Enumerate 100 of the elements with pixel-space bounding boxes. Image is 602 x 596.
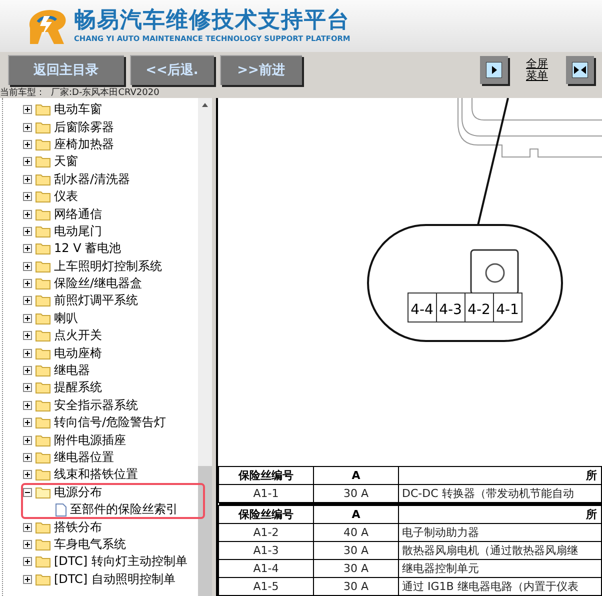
expand-icon[interactable] — [23, 522, 32, 532]
folder-icon — [35, 468, 51, 482]
show-menu-button[interactable] — [480, 56, 508, 84]
expand-icon[interactable] — [23, 140, 32, 149]
expand-icon[interactable] — [23, 210, 32, 219]
folder-icon — [35, 208, 51, 221]
folder-icon — [35, 555, 51, 568]
tree-item[interactable]: 至部件的保险丝索引 — [70, 501, 178, 518]
expand-icon[interactable] — [23, 418, 32, 428]
expand-icon[interactable] — [23, 574, 32, 584]
column-header: 保险丝编号 — [218, 506, 314, 524]
folder-icon — [35, 260, 51, 273]
tree-item[interactable]: 继电器位置 — [54, 449, 114, 466]
table-cell: 30 A — [314, 542, 398, 560]
table-cell: A1-4 — [218, 560, 314, 578]
expand-icon[interactable] — [23, 348, 32, 358]
expand-icon[interactable] — [23, 540, 32, 549]
scrollbar-thumb[interactable] — [198, 466, 212, 596]
tree-item[interactable]: 保险丝/继电器盒 — [54, 275, 142, 292]
vehicle-value: 厂家:D-东风本田CRV2020 — [51, 88, 160, 98]
tree-item[interactable]: 座椅加热器 — [54, 136, 114, 153]
tree-item[interactable]: 附件电源插座 — [54, 432, 126, 449]
tree-item[interactable]: 12 V 蓄电池 — [54, 240, 122, 258]
folder-icon — [35, 520, 51, 534]
tree-item[interactable]: 仪表 — [54, 188, 78, 206]
folder-icon — [35, 242, 51, 256]
tree-item[interactable]: 搭铁分布 — [54, 518, 102, 536]
folder-icon — [35, 277, 51, 290]
app-title: 畅易汽车维修技术支持平台 — [74, 8, 350, 34]
tree-item[interactable]: 线束和搭铁位置 — [54, 466, 138, 484]
collapse-icon[interactable] — [23, 488, 32, 497]
fullscreen-button[interactable] — [566, 56, 594, 84]
table-cell: A1-2 — [218, 524, 314, 542]
expand-icon[interactable] — [23, 557, 32, 566]
expand-icon[interactable] — [23, 296, 32, 306]
expand-icon[interactable] — [23, 279, 32, 288]
tree-item[interactable]: 转向信号/危险警告灯 — [54, 414, 166, 432]
folder-icon — [35, 381, 51, 394]
folder-icon — [35, 190, 51, 204]
folder-icon — [35, 172, 51, 186]
nav-button[interactable]: <<后退. — [130, 55, 214, 85]
vehicle-label: 当前车型： — [0, 88, 45, 98]
tree-item[interactable]: 安全指示器系统 — [54, 396, 138, 414]
tree-item[interactable]: 电动尾门 — [54, 222, 102, 240]
expand-icon[interactable] — [23, 244, 32, 254]
expand-icon[interactable] — [23, 262, 32, 271]
folder-icon — [35, 155, 51, 168]
expand-icon[interactable] — [23, 226, 32, 236]
tree-item[interactable]: 继电器 — [54, 362, 90, 380]
folder-icon — [35, 486, 51, 499]
tree-item[interactable]: 车身电气系统 — [54, 536, 126, 553]
expand-icon[interactable] — [23, 400, 32, 410]
pin-label: 4-4 — [410, 302, 434, 318]
tree-item[interactable]: 点火开关 — [54, 327, 102, 344]
expand-icon[interactable] — [23, 105, 32, 114]
expand-icon[interactable] — [23, 366, 32, 376]
tree-item[interactable]: 电源分布 — [54, 484, 102, 501]
tree-item[interactable]: 喇叭 — [54, 310, 78, 327]
column-header: 所 — [398, 506, 602, 524]
tree-item[interactable]: 提醒系统 — [54, 379, 102, 396]
expand-icon[interactable] — [23, 157, 32, 166]
folder-icon — [35, 538, 51, 551]
tree-item[interactable]: 电动座椅 — [54, 344, 102, 362]
tree-item[interactable]: 后窗除雾器 — [54, 118, 114, 136]
pin-label: 4-1 — [496, 302, 519, 318]
expand-icon[interactable] — [23, 314, 32, 323]
expand-icon[interactable] — [23, 174, 32, 184]
tree-item[interactable]: 网络通信 — [54, 206, 102, 223]
folder-icon — [35, 346, 51, 360]
expand-icon[interactable] — [23, 470, 32, 480]
nav-button[interactable]: 返回主目录 — [8, 55, 124, 85]
expand-icon[interactable] — [23, 383, 32, 392]
tree-item[interactable]: [DTC] 自动照明控制单 — [54, 570, 176, 588]
column-header: A — [314, 506, 398, 524]
column-header: A — [314, 466, 398, 484]
scrollbar[interactable] — [198, 98, 212, 596]
table-cell: A1-3 — [218, 542, 314, 560]
table-cell: A1-5 — [218, 578, 314, 596]
folder-icon — [35, 329, 51, 342]
arrows-inward-icon — [572, 62, 588, 78]
expand-icon[interactable] — [23, 122, 32, 132]
expand-icon[interactable] — [23, 436, 32, 445]
nav-button[interactable]: >>前进 — [220, 55, 302, 85]
tree-item[interactable]: 前照灯调平系统 — [54, 292, 138, 310]
folder-icon — [35, 451, 51, 464]
tree-item[interactable]: 刮水器/清洗器 — [54, 170, 130, 188]
fullscreen-menu-link[interactable]: 全屏 菜单 — [526, 58, 548, 82]
expand-icon[interactable] — [23, 331, 32, 340]
folder-icon — [35, 416, 51, 430]
table-cell: 30 A — [314, 578, 398, 596]
tree-item[interactable]: 天窗 — [54, 153, 78, 170]
folder-icon — [35, 138, 51, 151]
tree-item[interactable]: 电动车窗 — [54, 101, 102, 118]
folder-icon — [35, 398, 51, 412]
tree-item[interactable]: 上车照明灯控制系统 — [54, 258, 162, 275]
expand-icon[interactable] — [23, 453, 32, 462]
tree-item[interactable]: [DTC] 转向灯主动控制单 — [54, 553, 188, 570]
expand-icon[interactable] — [23, 192, 32, 202]
table-cell: 散热器风扇电机（通过散热器风扇继 — [398, 542, 602, 560]
arrow-right-icon — [486, 62, 502, 78]
